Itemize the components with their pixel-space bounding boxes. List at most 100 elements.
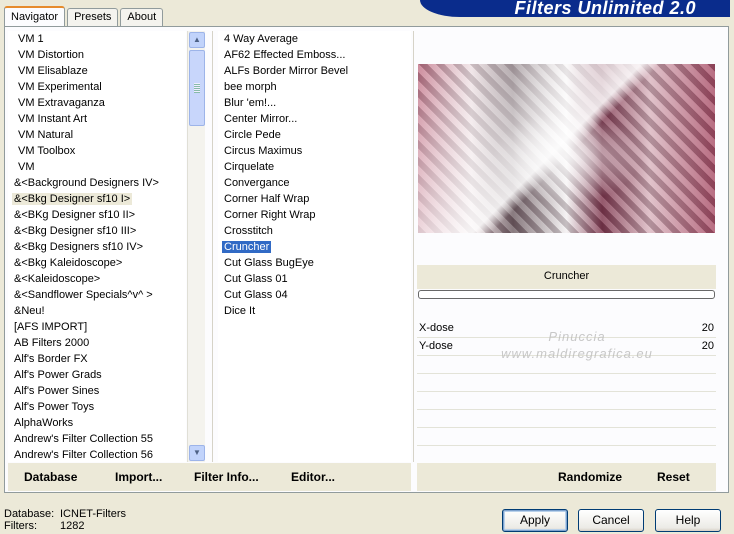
category-item[interactable]: AB Filters 2000 xyxy=(8,335,186,351)
category-item-label: VM xyxy=(18,161,35,173)
category-item[interactable]: Andrew's Filter Collection 56 xyxy=(8,447,186,462)
category-item[interactable]: AlphaWorks xyxy=(8,415,186,431)
category-item[interactable]: VM Instant Art xyxy=(8,111,186,127)
filter-item[interactable]: Convergance xyxy=(218,175,411,191)
preview-highlight xyxy=(418,64,715,233)
watermark-text: Pinuccia www.maldiregrafica.eu xyxy=(501,329,653,361)
help-button[interactable]: Help xyxy=(655,509,721,532)
tab-presets[interactable]: Presets xyxy=(67,8,119,26)
right-action-bar: Randomize Reset xyxy=(417,463,716,491)
filter-item[interactable]: Center Mirror... xyxy=(218,111,411,127)
filter-item[interactable]: 4 Way Average xyxy=(218,31,411,47)
category-item[interactable]: VM Elisablaze xyxy=(8,63,186,79)
category-item[interactable]: &<Sandflower Specials^v^ > xyxy=(8,287,186,303)
filter-item[interactable]: Corner Half Wrap xyxy=(218,191,411,207)
category-item-label: &<Bkg Kaleidoscope> xyxy=(14,257,123,269)
param-name: Y-dose xyxy=(419,340,453,352)
scroll-up-button[interactable]: ▲ xyxy=(189,32,205,48)
category-item[interactable]: VM xyxy=(8,159,186,175)
editor-button[interactable]: Editor... xyxy=(291,470,335,484)
category-item-label: Andrew's Filter Collection 56 xyxy=(14,449,154,461)
filter-item[interactable]: Crosstitch xyxy=(218,223,411,239)
category-item[interactable]: VM Natural xyxy=(8,127,186,143)
tab-navigator[interactable]: Navigator xyxy=(4,6,66,27)
category-item-label: &<Background Designers IV> xyxy=(14,177,159,189)
category-item[interactable]: &Neu! xyxy=(8,303,186,319)
panel-divider xyxy=(212,31,213,462)
category-item[interactable]: VM Experimental xyxy=(8,79,186,95)
reset-button[interactable]: Reset xyxy=(657,470,690,484)
param-value[interactable]: 20 xyxy=(702,320,714,337)
filters-count: 1282 xyxy=(60,520,85,532)
category-item[interactable]: [AFS IMPORT] xyxy=(8,319,186,335)
filter-item-label: Dice It xyxy=(224,305,256,317)
category-item[interactable]: VM Toolbox xyxy=(8,143,186,159)
filter-item-label: Corner Half Wrap xyxy=(224,193,310,205)
category-item-label: VM Elisablaze xyxy=(18,65,88,77)
filter-item[interactable]: Corner Right Wrap xyxy=(218,207,411,223)
category-list[interactable]: VM 1 VM Distortion VM Elisablaze VM Experim… xyxy=(8,31,186,462)
category-item[interactable]: &<BKg Designer sf10 II> xyxy=(8,207,186,223)
category-item-label: &<Kaleidoscope> xyxy=(14,273,101,285)
filter-item[interactable]: Blur 'em!... xyxy=(218,95,411,111)
category-item-label: VM 1 xyxy=(18,33,44,45)
category-item-label: Alf's Power Grads xyxy=(14,369,102,381)
filter-item[interactable]: Cirquelate xyxy=(218,159,411,175)
database-button[interactable]: Database xyxy=(24,470,77,484)
category-scrollbar[interactable]: ▲ ▼ xyxy=(187,31,205,462)
category-item[interactable]: &<Bkg Designer sf10 I> xyxy=(8,191,186,207)
category-item[interactable]: &<Background Designers IV> xyxy=(8,175,186,191)
filter-item-label: Cut Glass 04 xyxy=(224,289,288,301)
filter-info-button[interactable]: Filter Info... xyxy=(194,470,259,484)
category-item[interactable]: VM Extravaganza xyxy=(8,95,186,111)
category-item[interactable]: VM Distortion xyxy=(8,47,186,63)
database-value: ICNET-Filters xyxy=(60,508,126,520)
import-button[interactable]: Import... xyxy=(115,470,162,484)
filter-item-label: Crosstitch xyxy=(224,225,273,237)
category-item-label: &<BKg Designer sf10 II> xyxy=(14,209,136,221)
category-item-label: VM Toolbox xyxy=(18,145,76,157)
filter-item[interactable]: Cut Glass 04 xyxy=(218,287,411,303)
filter-item[interactable]: AF62 Effected Emboss... xyxy=(218,47,411,63)
param-value[interactable]: 20 xyxy=(702,338,714,355)
category-item-label: VM Natural xyxy=(18,129,74,141)
category-item[interactable]: Alf's Power Toys xyxy=(8,399,186,415)
filter-item-label: Blur 'em!... xyxy=(224,97,277,109)
filter-item-label: 4 Way Average xyxy=(224,33,298,45)
filter-item[interactable]: Dice It xyxy=(218,303,411,319)
category-item[interactable]: Alf's Power Grads xyxy=(8,367,186,383)
filter-item[interactable]: ALFs Border Mirror Bevel xyxy=(218,63,411,79)
category-item[interactable]: Alf's Power Sines xyxy=(8,383,186,399)
progress-bar xyxy=(418,290,715,299)
category-item[interactable]: &<Bkg Kaleidoscope> xyxy=(8,255,186,271)
category-item-label: &Neu! xyxy=(14,305,45,317)
scroll-down-button[interactable]: ▼ xyxy=(189,445,205,461)
category-item[interactable]: VM 1 xyxy=(8,31,186,47)
randomize-button[interactable]: Randomize xyxy=(558,470,622,484)
filter-list[interactable]: 4 Way Average AF62 Effected Emboss... ALFs… xyxy=(218,31,411,462)
filter-item[interactable]: Circle Pede xyxy=(218,127,411,143)
filter-item-label: Corner Right Wrap xyxy=(224,209,316,221)
filter-item[interactable]: Cut Glass BugEye xyxy=(218,255,411,271)
category-item-label: VM Distortion xyxy=(18,49,85,61)
filter-item-label: Cut Glass 01 xyxy=(224,273,288,285)
filters-label: Filters: xyxy=(4,520,37,532)
category-item-label: Alf's Power Toys xyxy=(14,401,95,413)
category-item[interactable]: Alf's Border FX xyxy=(8,351,186,367)
filter-item-label: Center Mirror... xyxy=(224,113,298,125)
filter-item[interactable]: Circus Maximus xyxy=(218,143,411,159)
tab-about[interactable]: About xyxy=(120,8,164,26)
category-item-label: VM Experimental xyxy=(18,81,102,93)
apply-button[interactable]: Apply xyxy=(502,509,568,532)
cancel-button[interactable]: Cancel xyxy=(578,509,644,532)
filter-item[interactable]: Cruncher xyxy=(218,239,411,255)
category-item[interactable]: Andrew's Filter Collection 55 xyxy=(8,431,186,447)
filter-item[interactable]: bee morph xyxy=(218,79,411,95)
category-item[interactable]: &<Kaleidoscope> xyxy=(8,271,186,287)
category-item-label: &<Bkg Designer sf10 I> xyxy=(12,193,133,205)
category-item[interactable]: &<Bkg Designer sf10 III> xyxy=(8,223,186,239)
scroll-thumb[interactable] xyxy=(189,50,205,126)
category-item[interactable]: &<Bkg Designers sf10 IV> xyxy=(8,239,186,255)
selected-filter-name: Cruncher xyxy=(417,265,716,289)
filter-item[interactable]: Cut Glass 01 xyxy=(218,271,411,287)
